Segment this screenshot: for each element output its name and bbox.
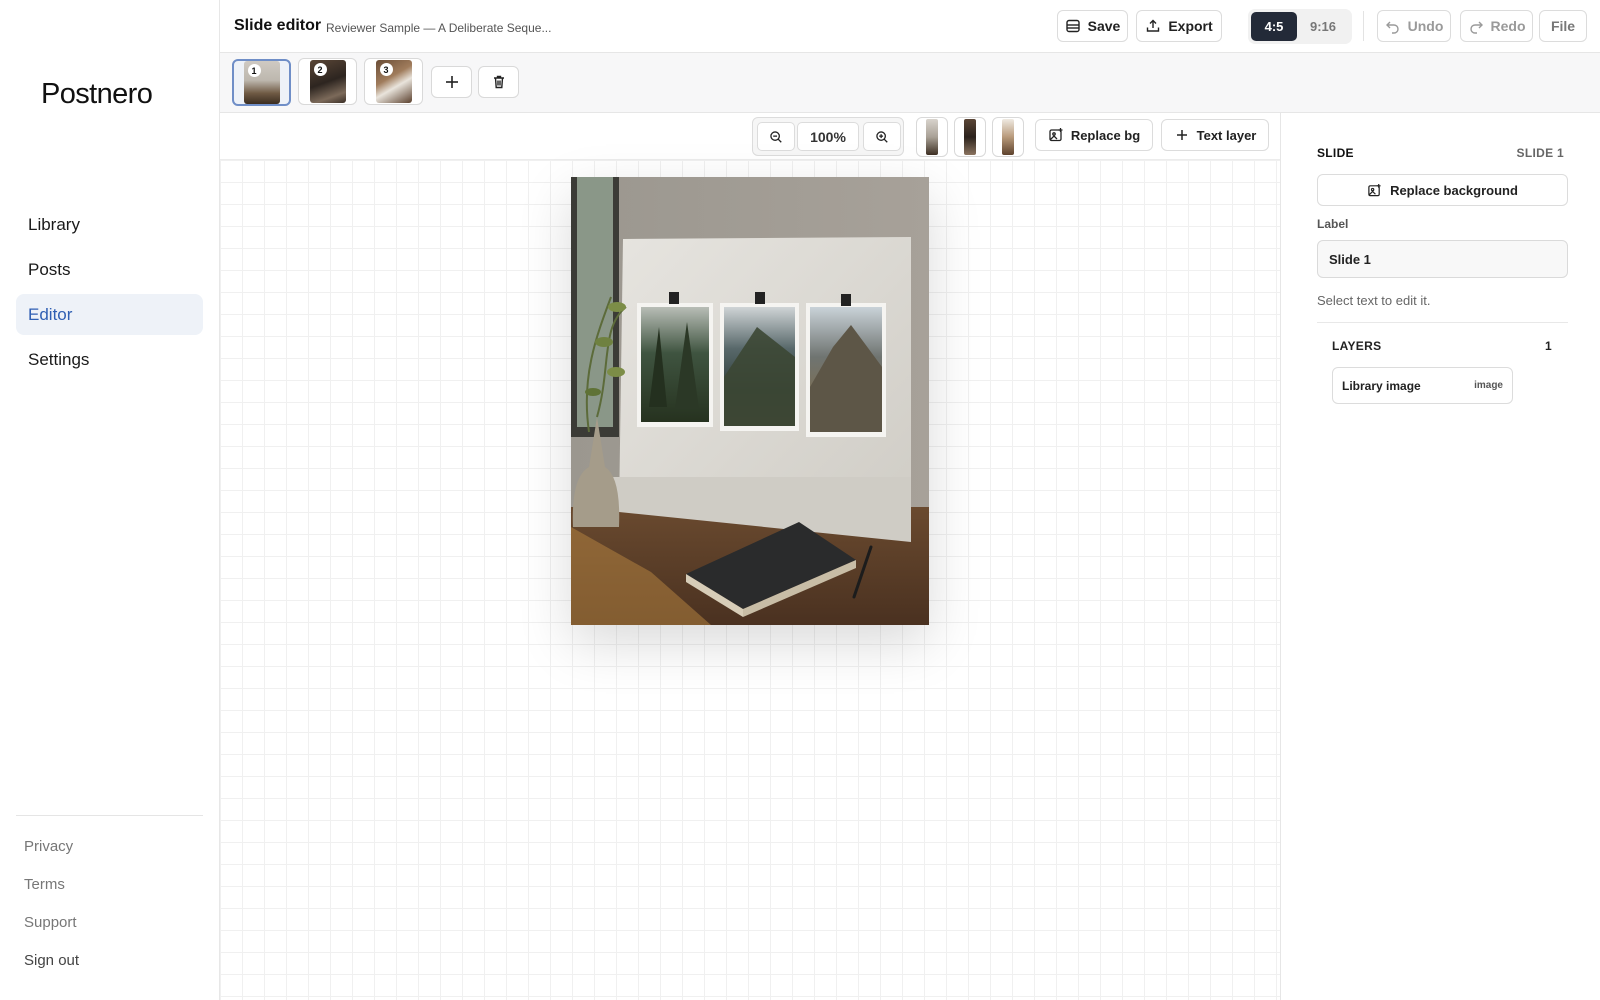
replace-background-label: Replace background [1390,182,1518,198]
app: Postnero Library Posts Editor Settings P… [0,0,1600,1000]
zoom-in-icon [876,130,888,143]
nav-item-posts[interactable]: Posts [16,249,203,290]
slide-number-badge: 3 [379,63,393,76]
edit-hint: Select text to edit it. [1317,293,1431,308]
delete-slide-button[interactable] [478,66,519,98]
top-bar: Slide editor Reviewer Sample — A Deliber… [220,0,1600,53]
nav-item-editor[interactable]: Editor [16,294,203,335]
undo-button[interactable]: Undo [1377,10,1451,42]
page-title: Slide editor [234,17,322,34]
plus-icon [1176,130,1187,140]
slide-section-header: SLIDE SLIDE 1 [1317,146,1564,160]
slide-thumbnail-image: 1 [243,61,280,104]
zoom-out-icon [770,130,782,143]
slides-strip: 1 2 3 [220,53,1600,113]
zoom-controls: 100% [752,117,904,156]
save-label: Save [1087,18,1121,34]
text-layer-label: Text layer [1196,127,1257,143]
nav-item-library[interactable]: Library [16,204,203,245]
privacy-link[interactable]: Privacy [24,838,79,876]
slide-thumbnail-2[interactable]: 2 [298,58,357,105]
inspector-panel: SLIDE SLIDE 1 Replace background Label S… [1280,113,1600,1000]
text-layer-button[interactable]: Text layer [1161,119,1269,151]
slide-number-badge: 2 [313,63,327,76]
slide-artboard[interactable] [571,177,929,625]
file-menu-button[interactable]: File [1539,10,1587,42]
ratio-option-4-5[interactable]: 4:5 [1251,12,1297,41]
support-link[interactable]: Support [24,914,79,952]
background-option-3[interactable] [992,117,1024,157]
footer-links: Privacy Terms Support Sign out [24,838,79,990]
background-option-image [1002,119,1014,155]
background-option-image [926,119,938,155]
file-label: File [1550,18,1576,34]
current-slide-label: SLIDE 1 [1516,146,1564,160]
toolbar-separator [1363,11,1364,41]
sidebar: Postnero Library Posts Editor Settings P… [0,0,220,1000]
label-field-title: Label [1317,217,1349,231]
slide-label-input[interactable]: Slide 1 [1317,240,1568,278]
plus-icon [445,76,458,88]
layer-type-badge: image [1474,380,1503,391]
image-replace-icon [1049,128,1063,142]
save-icon [1065,19,1080,33]
replace-bg-button[interactable]: Replace bg [1035,119,1153,151]
redo-icon [1469,21,1483,34]
replace-background-button[interactable]: Replace background [1317,174,1568,206]
sidebar-divider [16,815,203,816]
sidebar-nav: Library Posts Editor Settings [16,204,203,384]
inspector-divider [1317,322,1568,323]
zoom-level: 100% [797,122,859,151]
image-replace-icon [1368,183,1381,196]
zoom-in-button[interactable] [863,122,901,151]
canvas-toolbar: 100% Replace bg Text layer [220,113,1280,160]
slide-section-title: SLIDE [1317,146,1354,160]
redo-button[interactable]: Redo [1460,10,1533,42]
background-option-2[interactable] [954,117,986,157]
slide-thumbnail-image: 3 [375,60,412,103]
canvas-grid[interactable] [220,160,1280,1000]
export-icon [1147,19,1160,32]
background-option-image [964,119,976,155]
trash-icon [493,75,504,89]
slide-thumbnail-3[interactable]: 3 [364,58,423,105]
slide-background-image [571,177,929,625]
slide-number-badge: 1 [247,64,261,77]
undo-label: Undo [1407,18,1444,34]
layers-title: LAYERS [1332,339,1382,353]
slide-thumbnail-1[interactable]: 1 [232,59,291,106]
terms-link[interactable]: Terms [24,876,79,914]
layer-item[interactable]: Library image image [1332,367,1513,404]
aspect-ratio-toggle: 4:5 9:16 [1248,9,1352,44]
ratio-option-9-16[interactable]: 9:16 [1300,12,1346,41]
nav-item-settings[interactable]: Settings [16,339,203,380]
export-button[interactable]: Export [1136,10,1222,42]
replace-bg-label: Replace bg [1070,127,1141,143]
sign-out-link[interactable]: Sign out [24,952,79,990]
brand-logo: Postnero [41,78,153,110]
redo-label: Redo [1490,18,1526,34]
zoom-out-button[interactable] [757,122,795,151]
editor-workspace: 100% Replace bg Text layer [220,113,1280,1000]
layer-name: Library image [1342,378,1421,393]
layers-header: LAYERS 1 [1332,339,1552,353]
undo-icon [1385,21,1399,34]
post-title: Reviewer Sample — A Deliberate Seque... [326,21,552,35]
export-label: Export [1168,18,1213,34]
slide-thumbnail-image: 2 [309,60,346,103]
background-option-1[interactable] [916,117,948,157]
layers-count: 1 [1545,339,1552,353]
add-slide-button[interactable] [431,66,472,98]
save-button[interactable]: Save [1057,10,1128,42]
